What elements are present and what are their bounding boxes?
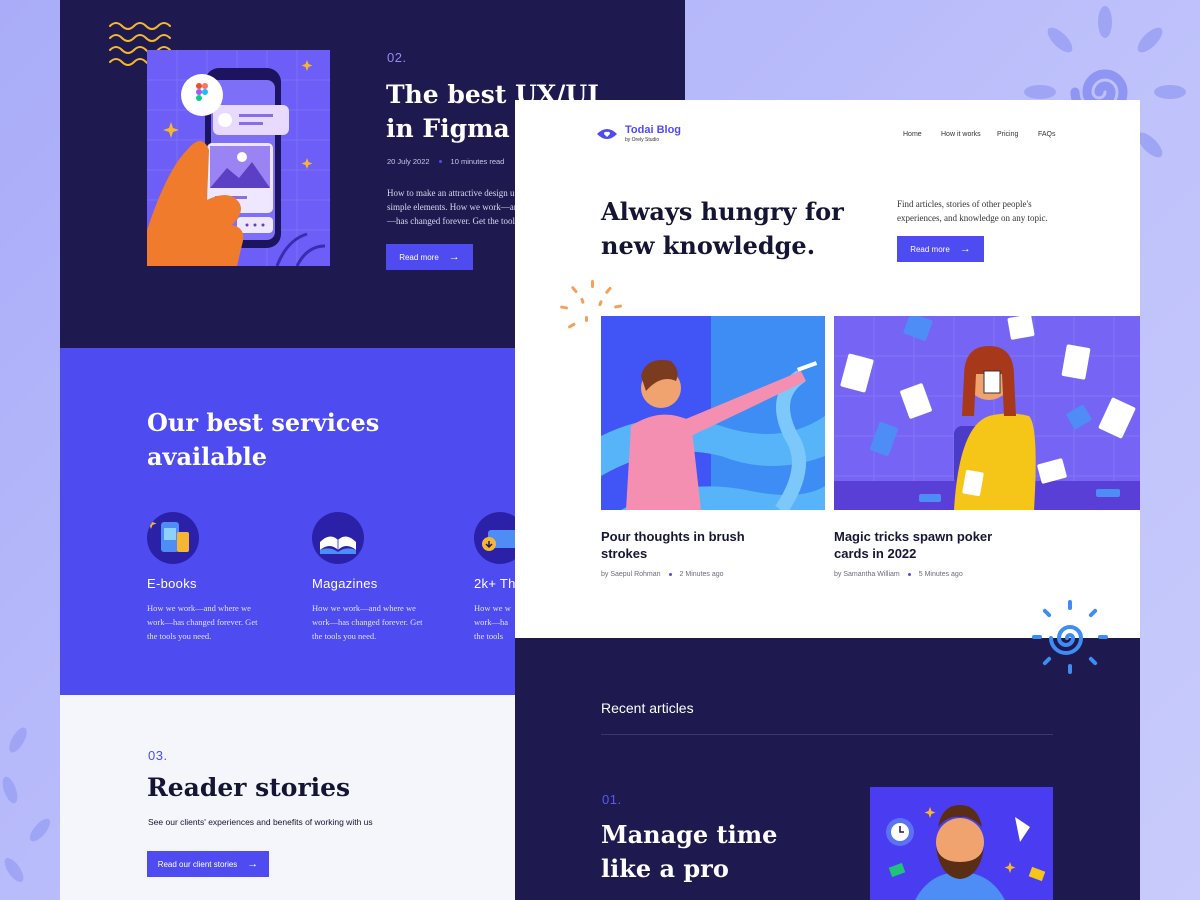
article-excerpt: How to make an attractive design u simpl…	[387, 188, 523, 226]
arrow-right-icon: →	[448, 251, 460, 263]
nav-pricing[interactable]: Pricing	[997, 131, 1018, 138]
article-card-title-brush[interactable]: Pour thoughts in brush strokes	[601, 528, 745, 562]
service-ebooks[interactable]: E-books How we work—and where we work—ha…	[147, 512, 272, 643]
article-read-time: 10 minutes read	[450, 157, 505, 166]
brand-logo[interactable]: Todai Blog by Orely Studio	[596, 124, 681, 143]
section-number: 03.	[148, 748, 168, 763]
recent-divider	[601, 734, 1053, 735]
brand-sub: by Orely Studio	[625, 137, 660, 143]
article-meta: 20 July 2022 10 minutes read	[387, 157, 504, 166]
arrow-right-icon: →	[247, 858, 259, 870]
blog-home-section: Todai Blog by Orely Studio Home How it w…	[515, 100, 1140, 638]
leaf-decoration	[2, 727, 51, 882]
stories-subtitle: See our clients' experiences and benefit…	[148, 817, 373, 827]
ebooks-icon	[147, 512, 199, 564]
eye-logo-icon	[597, 128, 617, 139]
read-more-button[interactable]: Read more →	[386, 244, 473, 270]
hero-read-more-button[interactable]: Read more →	[897, 236, 984, 262]
article-card-image-poker[interactable]	[834, 316, 1140, 510]
brand-name: Todai Blog	[625, 124, 682, 136]
confetti-decoration	[560, 280, 623, 329]
nav-faqs[interactable]: FAQs	[1038, 131, 1056, 138]
hero-description: Find articles, stories of other people's…	[897, 199, 1048, 223]
recent-article-title: Manage time like a pro	[601, 820, 778, 883]
article-card-title-poker[interactable]: Magic tricks spawn poker cards in 2022	[834, 528, 992, 562]
hero-title: Always hungry for new knowledge.	[601, 197, 844, 260]
blue-swirl-decoration	[1032, 600, 1108, 674]
figma-phone-illustration	[147, 50, 330, 266]
right-page-mockup: Todai Blog by Orely Studio Home How it w…	[515, 100, 1140, 900]
article-number: 02.	[387, 50, 407, 65]
nav-how-it-works[interactable]: How it works	[941, 131, 981, 138]
stories-title: Reader stories	[147, 773, 351, 802]
read-client-stories-button[interactable]: Read our client stories →	[147, 851, 269, 877]
article-card-meta-poker: by Samantha William 5 Minutes ago	[834, 571, 963, 578]
recent-article-number: 01.	[602, 792, 622, 807]
services-title: Our best services available	[147, 408, 380, 471]
recent-heading: Recent articles	[601, 700, 694, 716]
open-book-icon	[312, 512, 364, 564]
service-magazines[interactable]: Magazines How we work—and where we work—…	[312, 512, 437, 643]
article-date: 20 July 2022	[387, 157, 430, 166]
article-card-image-brush[interactable]	[601, 316, 825, 510]
nav-home[interactable]: Home	[903, 131, 922, 138]
arrow-right-icon: →	[959, 243, 971, 255]
meta-separator	[438, 160, 442, 163]
recent-article-image[interactable]	[870, 787, 1053, 900]
article-card-meta-brush: by Saepul Rohman 2 Minutes ago	[601, 571, 724, 578]
